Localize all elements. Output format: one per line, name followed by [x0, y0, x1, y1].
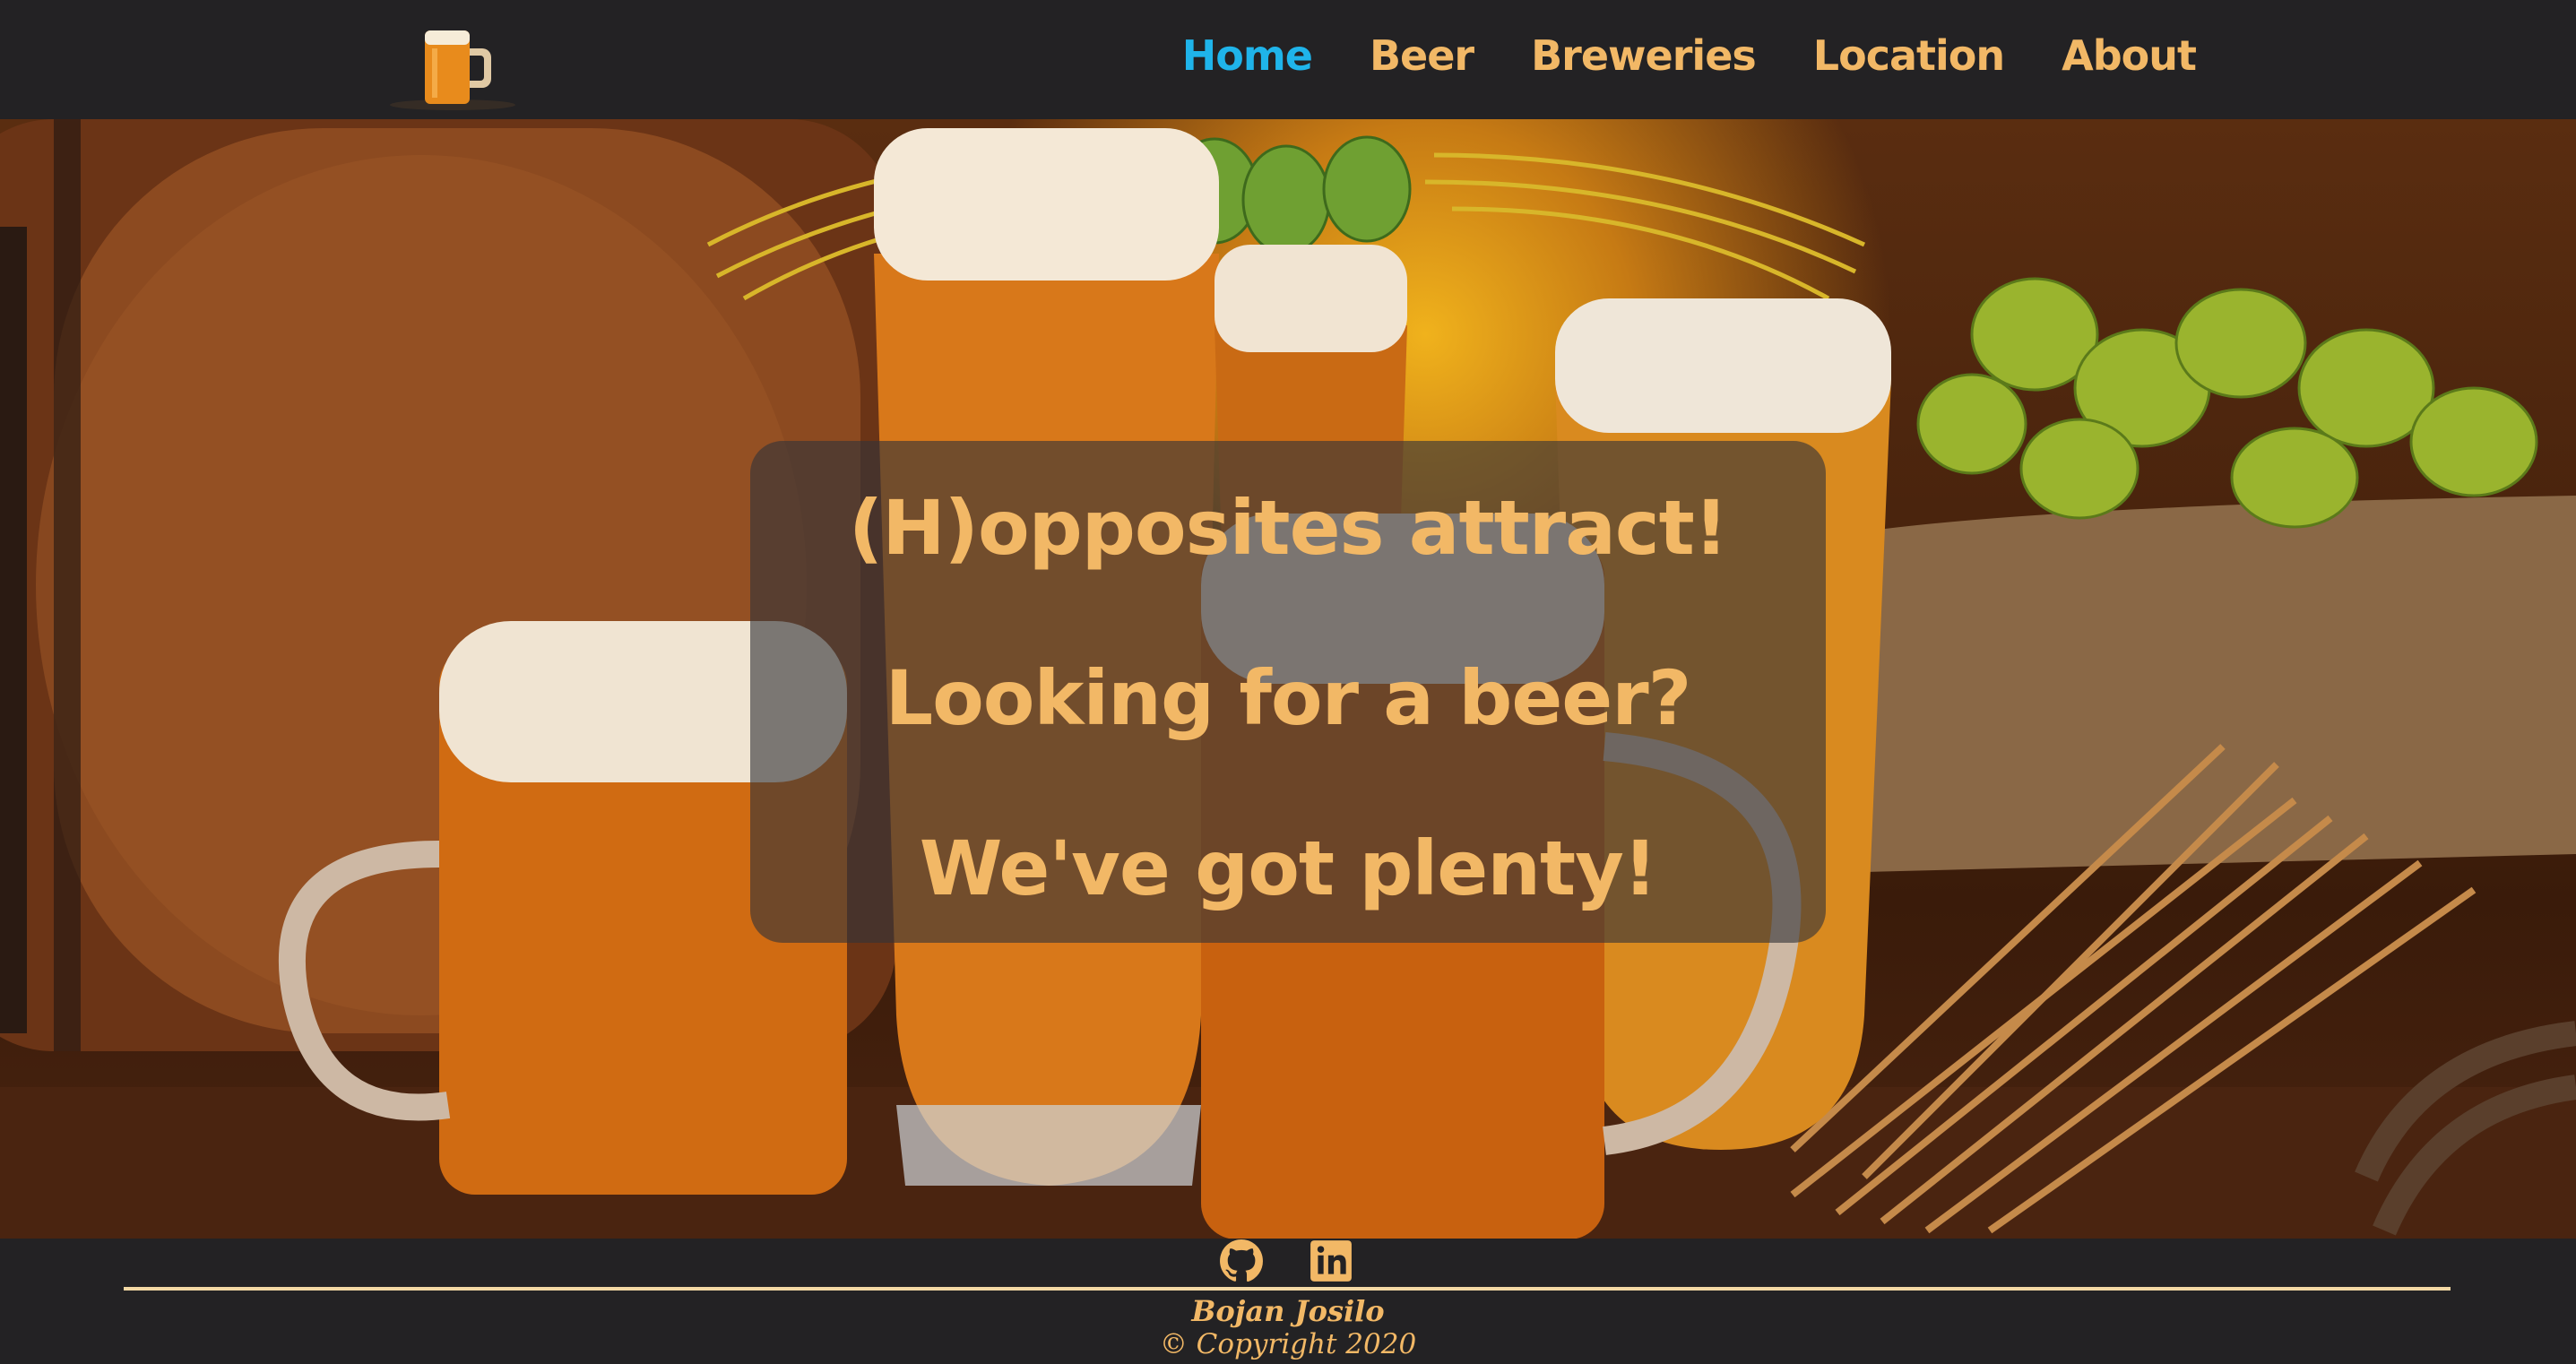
tagline-line-2: Looking for a beer? [885, 654, 1692, 742]
linkedin-icon[interactable] [1309, 1239, 1353, 1283]
tagline-line-1: (H)opposites attract! [848, 484, 1728, 572]
nav-links: Home Beer Breweries Location About [1125, 27, 2197, 84]
tagline-line-3: We've got plenty! [919, 824, 1657, 912]
nav-link-breweries[interactable]: Breweries [1531, 27, 1757, 84]
nav-link-beer[interactable]: Beer [1370, 27, 1474, 84]
footer: Bojan Josilo © Copyright 2020 [0, 1239, 2576, 1364]
footer-divider [124, 1287, 2451, 1291]
nav-link-location[interactable]: Location [1813, 27, 2005, 84]
tagline-overlay: (H)opposites attract! Looking for a beer… [750, 441, 1826, 943]
hero-banner: (H)opposites attract! Looking for a beer… [0, 119, 2576, 1239]
nav-link-about[interactable]: About [2062, 27, 2197, 84]
footer-copyright: © Copyright 2020 [1159, 1328, 1417, 1360]
github-icon[interactable] [1219, 1239, 1264, 1283]
hops-bowl-image [1864, 277, 2576, 872]
beer-mug-icon[interactable] [385, 13, 520, 116]
nav-link-home[interactable]: Home [1182, 27, 1313, 84]
social-links [1219, 1239, 1353, 1283]
navbar: Home Beer Breweries Location About [0, 0, 2576, 119]
footer-author: Bojan Josilo [1191, 1294, 1385, 1328]
